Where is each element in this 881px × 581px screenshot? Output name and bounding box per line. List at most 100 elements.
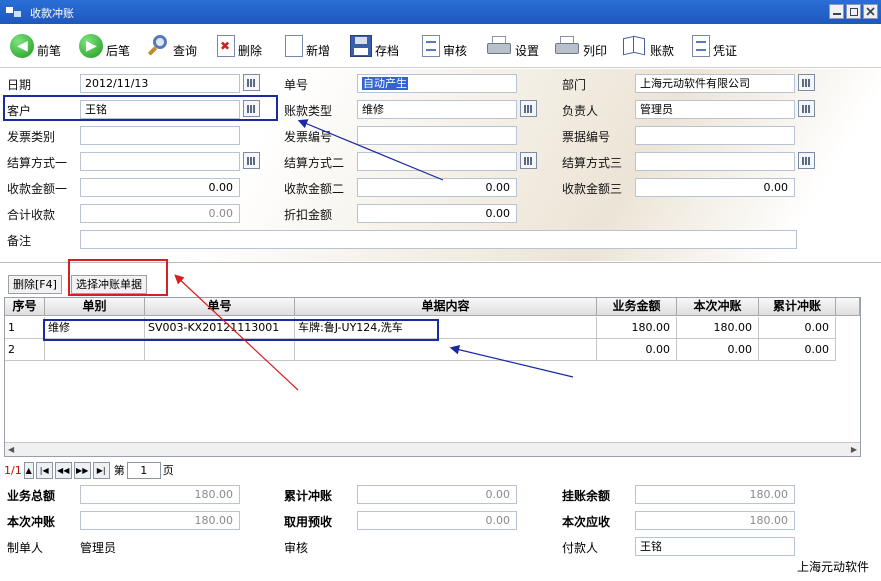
next-button[interactable]: ▶ 后笔	[79, 30, 130, 62]
table-cell[interactable]	[295, 339, 597, 361]
account-type-picker-icon[interactable]	[520, 100, 537, 117]
total-field: 0.00	[80, 204, 240, 223]
scroll-left-icon[interactable]: ◀	[8, 445, 14, 454]
prev-label: 前笔	[37, 43, 62, 58]
next-page-icon[interactable]: ▶▶	[73, 461, 91, 479]
col-header-seq[interactable]: 序号	[5, 298, 45, 316]
settings-label: 设置	[515, 43, 540, 58]
account-label: 账款	[650, 43, 675, 58]
page-number-input[interactable]: 1	[126, 461, 161, 479]
settle3-picker-icon[interactable]	[798, 152, 815, 169]
page-menu-icon[interactable]: ▲	[23, 461, 34, 479]
col-header-type[interactable]: 单别	[45, 298, 145, 316]
save-label: 存档	[375, 43, 400, 58]
account-button[interactable]: 账款	[621, 30, 674, 62]
doc-no-label: 单号	[284, 78, 309, 92]
customer-highlight-box	[3, 95, 278, 121]
amount1-field[interactable]: 0.00	[80, 178, 240, 197]
review-label: 审核	[443, 43, 468, 58]
window-title: 收款冲账	[30, 7, 74, 20]
col-header-docno[interactable]: 单号	[145, 298, 295, 316]
payer-field[interactable]: 王铭	[635, 537, 795, 556]
dept-field[interactable]: 上海元动软件有限公司	[635, 74, 795, 93]
bill-no-field[interactable]	[635, 126, 795, 145]
delete-f4-button[interactable]: 删除[F4]	[8, 275, 62, 294]
receivable-label: 本次应收	[562, 515, 611, 529]
settle2-field[interactable]	[357, 152, 517, 171]
dept-picker-icon[interactable]	[798, 74, 815, 91]
settle1-picker-icon[interactable]	[243, 152, 260, 169]
date-field[interactable]: 2012/11/13	[80, 74, 240, 93]
amount2-field[interactable]: 0.00	[357, 178, 517, 197]
settle3-field[interactable]	[635, 152, 795, 171]
dept-label: 部门	[562, 78, 587, 92]
table-cell[interactable]: 0.00	[597, 339, 677, 361]
settle1-label: 结算方式一	[7, 156, 68, 170]
voucher-button[interactable]: 凭证	[689, 30, 737, 62]
creator-value: 管理员	[80, 541, 117, 555]
col-header-cum-offset[interactable]: 累计冲账	[759, 298, 836, 316]
delete-label: 删除	[238, 43, 263, 58]
table-cell[interactable]: 180.00	[597, 317, 677, 339]
memo-field[interactable]	[80, 230, 797, 249]
table-cell[interactable]: 180.00	[677, 317, 759, 339]
account-type-field[interactable]: 维修	[357, 100, 517, 119]
settle2-picker-icon[interactable]	[520, 152, 537, 169]
table-cell[interactable]: 0.00	[759, 339, 836, 361]
delete-button[interactable]: ✖ 删除	[214, 30, 262, 62]
creator-label: 制单人	[7, 541, 44, 555]
voucher-label: 凭证	[713, 43, 738, 58]
minimize-button[interactable]	[829, 4, 844, 19]
table-cell[interactable]: 0.00	[677, 339, 759, 361]
app-icon	[6, 5, 22, 19]
last-page-icon[interactable]: ▶|	[92, 461, 110, 479]
save-button[interactable]: 存档	[350, 30, 399, 62]
print-label: 列印	[583, 43, 608, 58]
doc-no-field[interactable]: 自动产生	[357, 74, 517, 93]
print-button[interactable]: 列印	[554, 30, 607, 62]
query-label: 查询	[173, 43, 198, 58]
magnifier-icon	[146, 34, 170, 58]
table-cell[interactable]: 0.00	[759, 317, 836, 339]
table-cell[interactable]: 2	[5, 339, 45, 361]
settings-printer-icon	[486, 35, 512, 57]
vendor-credit: 上海元动软件	[796, 560, 869, 574]
scroll-right-icon[interactable]: ▶	[851, 445, 857, 454]
this-offset-label: 本次冲账	[7, 515, 56, 529]
owner-label: 负责人	[562, 104, 599, 118]
page-suffix: 页	[162, 464, 174, 477]
horizontal-scrollbar[interactable]: ◀ ▶	[5, 442, 860, 456]
prev-button[interactable]: ◀ 前笔	[10, 30, 61, 62]
review-button[interactable]: 审核	[419, 30, 467, 62]
pager: 1/1 ▲ |◀ ◀◀ ▶▶ ▶| 第 1 页	[4, 460, 174, 480]
page-label: 第	[113, 464, 125, 477]
table-cell[interactable]	[145, 339, 295, 361]
table-cell[interactable]	[45, 339, 145, 361]
new-doc-icon	[285, 35, 303, 57]
amount3-field[interactable]: 0.00	[635, 178, 795, 197]
this-offset-field: 180.00	[80, 511, 240, 530]
prev-page-icon[interactable]: ◀◀	[54, 461, 72, 479]
settle1-field[interactable]	[80, 152, 240, 171]
invoice-type-field[interactable]	[80, 126, 240, 145]
payer-label: 付款人	[562, 541, 599, 555]
first-page-icon[interactable]: |◀	[35, 461, 53, 479]
settings-button[interactable]: 设置	[486, 30, 539, 62]
settle3-label: 结算方式三	[562, 156, 623, 170]
row-highlight-box	[43, 319, 439, 341]
owner-picker-icon[interactable]	[798, 100, 815, 117]
select-docs-highlight-box	[68, 259, 168, 296]
owner-field[interactable]: 管理员	[635, 100, 795, 119]
col-header-content[interactable]: 单据内容	[295, 298, 597, 316]
close-button[interactable]	[863, 4, 878, 19]
amount2-label: 收款金额二	[284, 182, 345, 196]
discount-field[interactable]: 0.00	[357, 204, 517, 223]
invoice-no-field[interactable]	[357, 126, 517, 145]
calendar-icon[interactable]	[243, 74, 260, 91]
query-button[interactable]: 查询	[146, 30, 197, 62]
table-cell[interactable]: 1	[5, 317, 45, 339]
col-header-this-offset[interactable]: 本次冲账	[677, 298, 759, 316]
new-button[interactable]: 新增	[282, 30, 330, 62]
maximize-button[interactable]	[846, 4, 861, 19]
col-header-amount[interactable]: 业务金额	[597, 298, 677, 316]
